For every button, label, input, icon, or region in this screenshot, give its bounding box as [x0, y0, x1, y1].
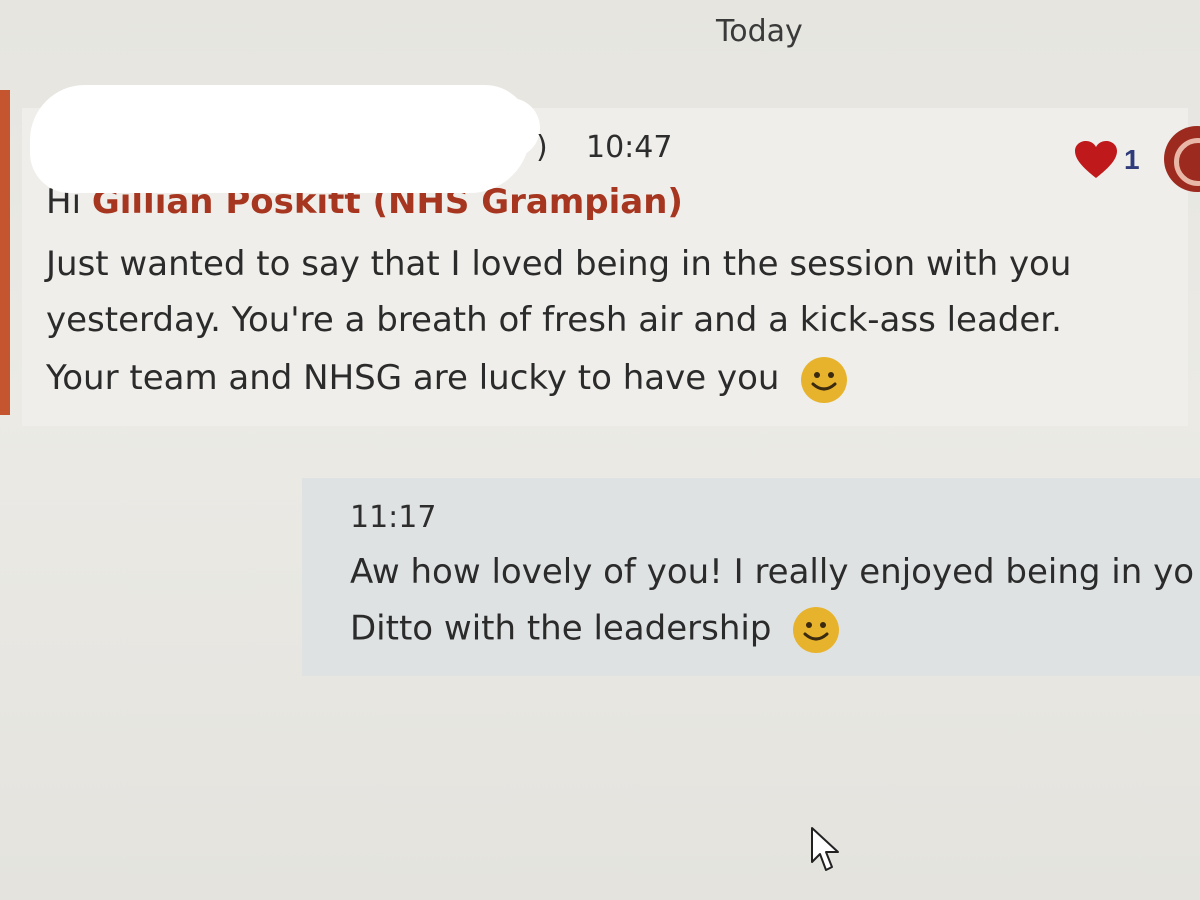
heart-icon	[1075, 141, 1117, 178]
smiley-emoji-icon	[793, 607, 840, 653]
redacted-sender-name	[30, 85, 530, 193]
incoming-timestamp: 10:47	[586, 130, 673, 165]
message-accent-bar	[0, 90, 10, 415]
incoming-message-line: Just wanted to say that I loved being in…	[46, 244, 1072, 284]
avatar-ring	[1174, 138, 1200, 186]
redaction-edge	[480, 98, 540, 158]
sender-name-fragment: )	[536, 130, 548, 165]
chat-pane: Today ) 10:47 1 Hi Gillian Poskitt (NHS …	[0, 0, 1200, 900]
incoming-message-line: yesterday. You're a breath of fresh air …	[46, 300, 1062, 340]
reaction-count: 1	[1124, 144, 1140, 175]
incoming-message-line-text: Your team and NHSG are lucky to have you	[46, 358, 780, 398]
date-divider: Today	[716, 14, 803, 49]
outgoing-message-line: Aw how lovely of you! I really enjoyed b…	[350, 552, 1195, 592]
mouse-pointer-icon	[811, 827, 839, 871]
incoming-message-line-last: Your team and NHSG are lucky to have you	[46, 350, 848, 406]
reaction-summary[interactable]: 1	[1074, 140, 1140, 180]
outgoing-timestamp: 11:17	[350, 500, 437, 535]
outgoing-message-line-text: Ditto with the leadership	[350, 608, 772, 649]
outgoing-message-line-last: Ditto with the leadership	[350, 606, 840, 654]
smiley-emoji-icon	[801, 356, 848, 403]
